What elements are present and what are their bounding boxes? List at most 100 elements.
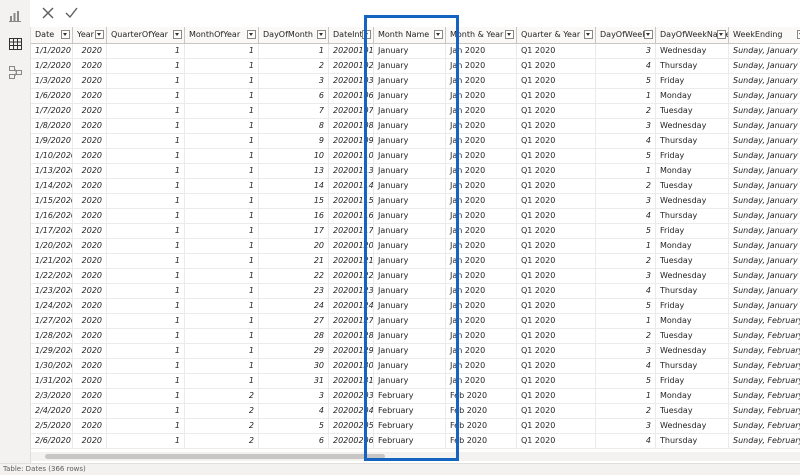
table-cell[interactable]: Sunday, January 12, 2020 xyxy=(729,149,800,164)
table-cell[interactable]: Sunday, February 2, 2020 xyxy=(729,314,800,329)
table-cell[interactable]: 1 xyxy=(107,164,185,179)
table-cell[interactable]: 15 xyxy=(259,194,329,209)
table-cell[interactable]: 17 xyxy=(259,224,329,239)
table-cell[interactable]: 2020 xyxy=(73,59,107,74)
table-cell[interactable]: 1 xyxy=(107,434,185,449)
table-cell[interactable]: 20 xyxy=(259,239,329,254)
table-cell[interactable]: 2020 xyxy=(73,119,107,134)
table-cell[interactable]: February xyxy=(374,419,446,434)
table-cell[interactable]: 1 xyxy=(107,284,185,299)
table-cell[interactable]: 27 xyxy=(259,314,329,329)
table-cell[interactable]: 1 xyxy=(185,359,259,374)
table-cell[interactable]: 1 xyxy=(107,134,185,149)
table-cell[interactable]: Wednesday xyxy=(656,119,729,134)
table-cell[interactable]: Wednesday xyxy=(656,269,729,284)
table-cell[interactable]: 3 xyxy=(596,419,656,434)
column-header[interactable]: DayOfMonth xyxy=(259,27,329,44)
table-cell[interactable]: 2 xyxy=(185,434,259,449)
table-cell[interactable]: 20200204 xyxy=(329,404,374,419)
table-cell[interactable]: Jan 2020 xyxy=(446,254,517,269)
table-cell[interactable]: 5 xyxy=(259,419,329,434)
table-cell[interactable]: Thursday xyxy=(656,359,729,374)
table-cell[interactable]: 1 xyxy=(596,89,656,104)
table-cell[interactable]: Q1 2020 xyxy=(517,359,596,374)
table-cell[interactable]: 28 xyxy=(259,329,329,344)
table-cell[interactable]: 20200205 xyxy=(329,419,374,434)
table-cell[interactable]: Thursday xyxy=(656,284,729,299)
table-cell[interactable]: Q1 2020 xyxy=(517,344,596,359)
table-cell[interactable]: Jan 2020 xyxy=(446,44,517,59)
table-cell[interactable]: 20200206 xyxy=(329,434,374,449)
table-cell[interactable]: 29 xyxy=(259,344,329,359)
table-cell[interactable]: 1 xyxy=(596,314,656,329)
filter-dropdown-icon[interactable] xyxy=(95,30,104,39)
table-cell[interactable]: Sunday, January 26, 2020 xyxy=(729,269,800,284)
table-cell[interactable]: 4 xyxy=(596,434,656,449)
table-cell[interactable]: 2 xyxy=(185,419,259,434)
table-cell[interactable]: Sunday, January 19, 2020 xyxy=(729,164,800,179)
table-cell[interactable]: 20200113 xyxy=(329,164,374,179)
table-cell[interactable]: Q1 2020 xyxy=(517,314,596,329)
table-cell[interactable]: Q1 2020 xyxy=(517,329,596,344)
table-cell[interactable]: 1/3/2020 xyxy=(31,74,73,89)
table-cell[interactable]: 2 xyxy=(185,404,259,419)
table-cell[interactable]: Q1 2020 xyxy=(517,434,596,449)
table-cell[interactable]: Jan 2020 xyxy=(446,74,517,89)
column-header[interactable]: WeekEnding xyxy=(729,27,800,44)
table-cell[interactable]: Q1 2020 xyxy=(517,254,596,269)
table-cell[interactable]: 2020 xyxy=(73,74,107,89)
table-cell[interactable]: Q1 2020 xyxy=(517,194,596,209)
table-cell[interactable]: 20200129 xyxy=(329,344,374,359)
table-cell[interactable]: 20200127 xyxy=(329,314,374,329)
table-cell[interactable]: Q1 2020 xyxy=(517,374,596,389)
table-cell[interactable]: 5 xyxy=(596,74,656,89)
table-cell[interactable]: 1 xyxy=(107,149,185,164)
table-cell[interactable]: January xyxy=(374,299,446,314)
table-cell[interactable]: Sunday, January 19, 2020 xyxy=(729,209,800,224)
table-cell[interactable]: 2020 xyxy=(73,149,107,164)
table-cell[interactable]: 10 xyxy=(259,149,329,164)
table-cell[interactable]: 1 xyxy=(596,164,656,179)
table-cell[interactable]: 1 xyxy=(107,419,185,434)
close-icon[interactable] xyxy=(38,3,58,23)
table-cell[interactable]: Q1 2020 xyxy=(517,419,596,434)
table-cell[interactable]: 5 xyxy=(596,374,656,389)
table-cell[interactable]: Sunday, January 19, 2020 xyxy=(729,179,800,194)
table-cell[interactable]: 20200102 xyxy=(329,59,374,74)
table-cell[interactable]: 1/22/2020 xyxy=(31,269,73,284)
table-cell[interactable]: 1 xyxy=(107,179,185,194)
table-cell[interactable]: 1/2/2020 xyxy=(31,59,73,74)
table-cell[interactable]: 1 xyxy=(596,389,656,404)
column-header[interactable]: Date xyxy=(31,27,73,44)
table-cell[interactable]: January xyxy=(374,344,446,359)
table-cell[interactable]: 1 xyxy=(107,74,185,89)
table-cell[interactable]: Q1 2020 xyxy=(517,299,596,314)
table-cell[interactable]: Sunday, January 12, 2020 xyxy=(729,134,800,149)
table-cell[interactable]: Thursday xyxy=(656,209,729,224)
table-cell[interactable]: 3 xyxy=(596,44,656,59)
table-cell[interactable]: 2020 xyxy=(73,374,107,389)
table-cell[interactable]: January xyxy=(374,149,446,164)
table-cell[interactable]: 1 xyxy=(185,329,259,344)
table-cell[interactable]: 1/20/2020 xyxy=(31,239,73,254)
horizontal-scrollbar[interactable] xyxy=(31,452,800,461)
table-cell[interactable]: 2 xyxy=(596,104,656,119)
table-cell[interactable]: January xyxy=(374,314,446,329)
table-cell[interactable]: 9 xyxy=(259,134,329,149)
table-cell[interactable]: 2020 xyxy=(73,134,107,149)
table-cell[interactable]: February xyxy=(374,404,446,419)
table-cell[interactable]: 1 xyxy=(185,104,259,119)
table-cell[interactable]: Q1 2020 xyxy=(517,119,596,134)
table-cell[interactable]: 20200130 xyxy=(329,359,374,374)
table-cell[interactable]: 20200120 xyxy=(329,239,374,254)
table-cell[interactable]: 2020 xyxy=(73,104,107,119)
table-cell[interactable]: 1 xyxy=(185,299,259,314)
table-cell[interactable]: 2 xyxy=(596,404,656,419)
table-cell[interactable]: 5 xyxy=(596,299,656,314)
table-cell[interactable]: 1 xyxy=(107,194,185,209)
table-cell[interactable]: Tuesday xyxy=(656,404,729,419)
table-cell[interactable]: 1 xyxy=(107,359,185,374)
table-cell[interactable]: Q1 2020 xyxy=(517,134,596,149)
table-cell[interactable]: 22 xyxy=(259,269,329,284)
table-cell[interactable]: 4 xyxy=(596,59,656,74)
